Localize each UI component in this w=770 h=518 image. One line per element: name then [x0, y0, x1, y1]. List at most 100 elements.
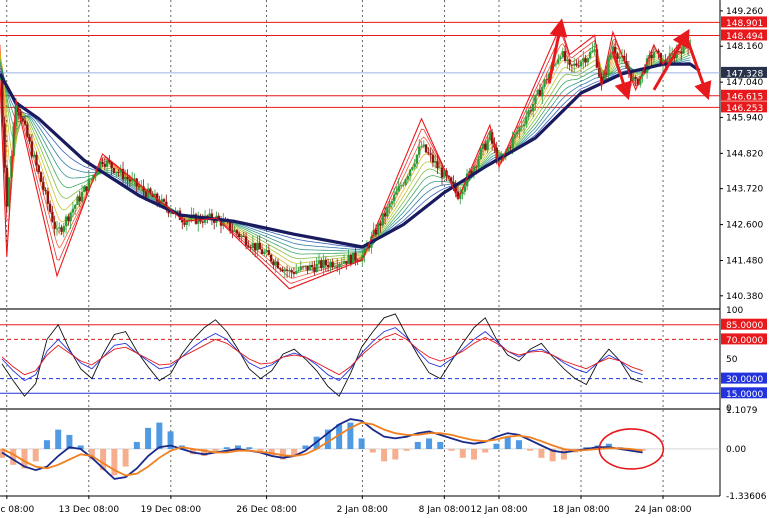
candle-body — [397, 185, 400, 192]
candle-body — [76, 196, 79, 205]
candle-body — [37, 165, 40, 173]
candle-body — [591, 50, 594, 53]
candle-body — [570, 64, 574, 66]
macd-histogram-bar — [459, 448, 466, 458]
candle-body — [584, 58, 587, 63]
candle-body — [677, 51, 681, 53]
price-tag-label: 146.253 — [726, 104, 763, 114]
candle-body — [433, 161, 437, 163]
candle-body — [279, 268, 282, 270]
candle-body — [349, 254, 353, 264]
candle-body — [484, 143, 487, 150]
x-tick-label: 13 Dec 08:00 — [59, 505, 120, 515]
candle-body — [404, 179, 407, 185]
candle-body — [652, 52, 656, 59]
candle-body — [101, 161, 104, 164]
candle-body — [477, 158, 480, 168]
candle-body — [60, 227, 63, 232]
candle-body — [28, 136, 31, 142]
candle-body — [201, 221, 204, 223]
price-tag-label: 148.494 — [726, 32, 763, 42]
candle-body — [58, 227, 61, 229]
macd-histogram-bar — [392, 448, 399, 460]
macd-histogram-bar — [246, 447, 253, 449]
candle-body — [290, 270, 293, 273]
candle-body — [680, 51, 683, 54]
oscillator-level-label: 85.0000 — [726, 321, 763, 331]
candle-body — [541, 86, 544, 97]
candle-body — [351, 252, 355, 264]
macd-histogram-bar — [223, 447, 230, 449]
candle-body — [422, 144, 425, 147]
candle-body — [545, 79, 549, 81]
candle-body — [604, 73, 608, 75]
candle-body — [543, 79, 546, 87]
candle-body — [383, 213, 387, 217]
candle-body — [331, 262, 334, 268]
price-tick-label: 140.380 — [726, 292, 763, 302]
candle-body — [46, 191, 50, 204]
candle-body — [269, 254, 273, 262]
macd-histogram-bar — [156, 422, 163, 449]
candle-body — [609, 54, 612, 59]
candle-body — [304, 265, 307, 267]
candle-body — [568, 59, 571, 65]
candle-body — [112, 168, 116, 173]
canvas-background — [0, 0, 770, 518]
candle-body — [137, 186, 141, 188]
x-tick-label: 24 Jan 08:00 — [635, 505, 692, 515]
candle-body — [529, 110, 533, 112]
x-tick-label: 8 Jan 08:00 — [419, 505, 471, 515]
x-tick-label: 2 Jan 08:00 — [337, 505, 389, 515]
candle-body — [265, 250, 268, 253]
candle-body — [513, 133, 517, 138]
price-tick-label: 148.160 — [726, 42, 763, 52]
candle-body — [420, 146, 423, 147]
macd-histogram-bar — [403, 448, 410, 451]
candle-body — [347, 254, 350, 264]
candle-body — [233, 230, 236, 232]
macd-histogram-bar — [515, 440, 522, 449]
macd-tick-label: -1.33606 — [726, 492, 767, 502]
candle-body — [263, 252, 266, 254]
candle-body — [30, 141, 34, 157]
x-tick-label: 12 Jan 08:00 — [470, 505, 527, 515]
candle-body — [292, 272, 296, 274]
macd-histogram-bar — [560, 448, 567, 460]
candle-body — [563, 51, 567, 61]
candle-body — [418, 146, 421, 155]
candle-body — [110, 162, 113, 169]
candle-body — [427, 152, 430, 154]
price-tick-label: 147.040 — [726, 78, 763, 88]
macd-histogram-bar — [471, 448, 477, 460]
candle-body — [324, 260, 328, 266]
candle-body — [295, 271, 298, 274]
candle-body — [333, 266, 337, 268]
candle-body — [55, 228, 59, 230]
candle-body — [345, 261, 348, 264]
candle-body — [212, 220, 216, 223]
candle-body — [406, 175, 410, 180]
candle-body — [124, 176, 127, 180]
candle-body — [83, 186, 86, 192]
oscillator-level-label: 30.0000 — [726, 375, 763, 385]
candle-body — [238, 233, 241, 238]
x-tick-label: 7 Dec 08:00 — [0, 505, 35, 515]
candle-body — [283, 269, 287, 272]
candle-body — [572, 63, 576, 66]
candle-body — [634, 77, 637, 79]
candle-body — [274, 261, 277, 266]
candle-body — [247, 245, 250, 248]
macd-histogram-bar — [538, 448, 545, 458]
candle-body — [381, 213, 384, 226]
candle-body — [520, 126, 523, 128]
macd-histogram-bar — [426, 438, 433, 449]
candle-body — [475, 166, 478, 168]
candle-body — [3, 123, 6, 168]
candle-body — [388, 203, 391, 208]
candle-body — [23, 120, 27, 125]
oscillator-tick-label: 100 — [726, 306, 743, 316]
candle-body — [317, 260, 321, 264]
candle-body — [536, 89, 539, 95]
chart-background — [0, 0, 770, 518]
